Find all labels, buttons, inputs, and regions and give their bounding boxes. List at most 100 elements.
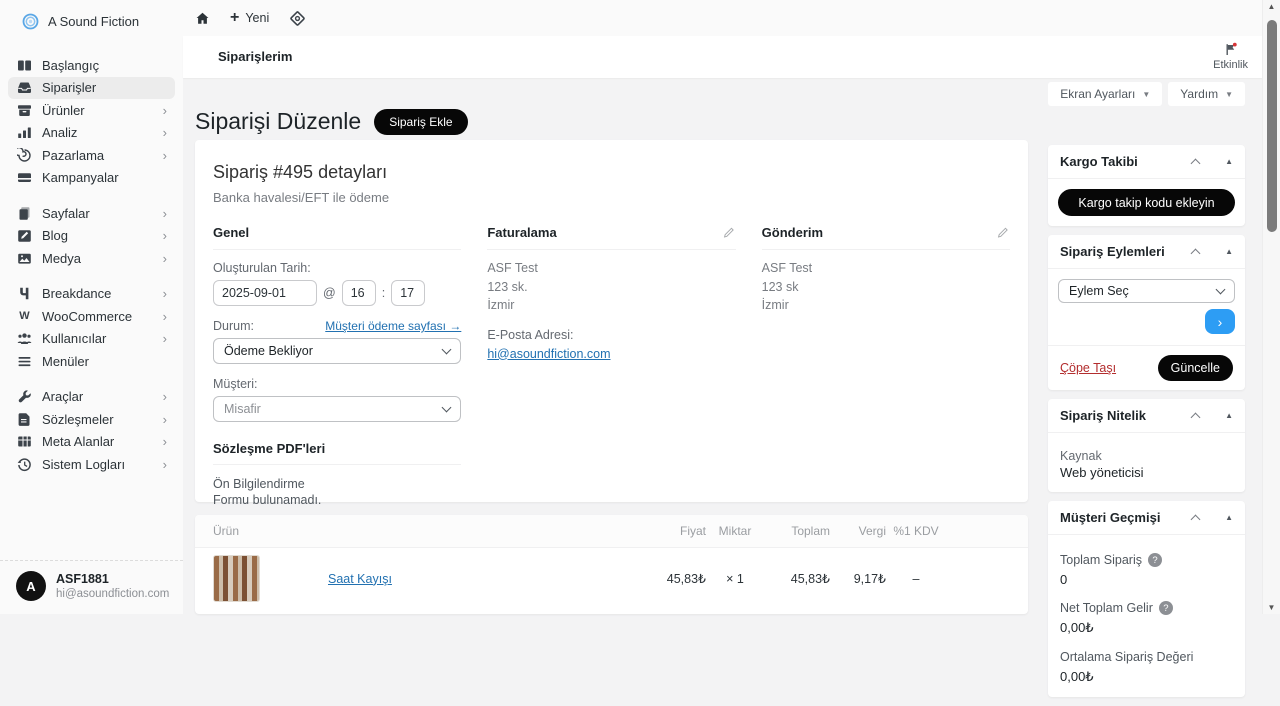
bar-chart-icon	[16, 125, 33, 140]
scroll-up-arrow-icon[interactable]: ▲	[1263, 2, 1280, 11]
customer-select[interactable]: Misafir	[213, 396, 461, 422]
customer-payment-page-link[interactable]: Müşteri ödeme sayfası →	[325, 319, 461, 333]
right-sidebar: Kargo Takibi ▲ Kargo takip kodu ekleyin …	[1048, 145, 1245, 706]
sidebar-user[interactable]: A ASF1881 hi@asoundfiction.com	[0, 560, 183, 614]
action-select[interactable]: Eylem Seç	[1058, 279, 1235, 303]
order-details-card: Sipariş #495 detayları Banka havalesi/EF…	[195, 140, 1028, 502]
site-logo[interactable]: A Sound Fiction	[0, 0, 183, 30]
help-button[interactable]: Yardım ▼	[1168, 82, 1245, 106]
date-input[interactable]	[213, 280, 317, 306]
total-orders-value: 0	[1060, 572, 1233, 587]
woocommerce-icon: W	[16, 310, 33, 322]
status-select[interactable]: Ödeme Bekliyor	[213, 338, 461, 364]
inbox-icon	[16, 80, 33, 95]
megaphone-spiral-icon	[16, 148, 33, 163]
menu-lines-icon	[16, 354, 33, 369]
sidebar-item-breakdance[interactable]: Breakdance ›	[8, 283, 175, 306]
col-product: Ürün	[213, 524, 644, 538]
sidebar-item-woocommerce[interactable]: W WooCommerce ›	[8, 305, 175, 328]
col-kdv: %1 KDV	[886, 524, 946, 538]
col-qty: Miktar	[706, 524, 764, 538]
activity-button[interactable]: Etkinlik	[1213, 42, 1248, 71]
help-icon[interactable]: ?	[1159, 601, 1173, 615]
billing-email-link[interactable]: hi@asoundfiction.com	[487, 347, 610, 361]
update-button[interactable]: Güncelle	[1158, 355, 1233, 381]
edit-billing-pencil-icon[interactable]	[723, 226, 736, 239]
order-actions-panel: Sipariş Eylemleri ▲ Eylem Seç › Çöpe Taş…	[1048, 235, 1245, 390]
scrollbar-thumb[interactable]	[1267, 20, 1277, 232]
sidebar-item-kampanyalar[interactable]: Kampanyalar	[8, 167, 175, 190]
net-revenue-label: Net Toplam Gelir	[1060, 601, 1153, 615]
panel-order-toggle-icon[interactable]: ▲	[1225, 411, 1233, 420]
panel-order-toggle-icon[interactable]: ▲	[1225, 157, 1233, 166]
chevron-right-icon: ›	[163, 229, 167, 242]
logo-rings-icon	[22, 13, 39, 30]
apply-action-button[interactable]: ›	[1205, 309, 1235, 334]
order-attribution-panel: Sipariş Nitelik ▲ Kaynak Web yöneticisi	[1048, 399, 1245, 492]
card-icon	[16, 170, 33, 185]
home-button[interactable]	[195, 11, 210, 26]
chevron-right-icon: ›	[163, 104, 167, 117]
users-icon	[16, 331, 33, 346]
sidebar-item-urunler[interactable]: Ürünler ›	[8, 99, 175, 122]
product-thumbnail	[213, 555, 260, 602]
sidebar-item-medya[interactable]: Medya ›	[8, 247, 175, 270]
chevron-right-icon: ›	[163, 207, 167, 220]
minute-input[interactable]	[391, 280, 425, 306]
edit-shipping-pencil-icon[interactable]	[997, 226, 1010, 239]
sidebar-item-siparisler[interactable]: Siparişler	[8, 77, 175, 100]
order-payment-method: Banka havalesi/EFT ile ödeme	[213, 190, 1010, 205]
panel-order-toggle-icon[interactable]: ▲	[1225, 247, 1233, 256]
vertical-scrollbar[interactable]: ▲ ▼	[1262, 0, 1280, 614]
collapse-chevron-icon[interactable]	[1191, 159, 1201, 169]
panel-order-toggle-icon[interactable]: ▲	[1225, 513, 1233, 522]
collapse-chevron-icon[interactable]	[1191, 515, 1201, 525]
new-button[interactable]: + Yeni	[230, 10, 269, 26]
chevron-right-icon: ›	[163, 458, 167, 471]
sidebar-item-meta-alanlar[interactable]: Meta Alanlar ›	[8, 431, 175, 454]
items-table-header: Ürün Fiyat Miktar Toplam Vergi %1 KDV	[195, 515, 1028, 548]
order-items-card: Ürün Fiyat Miktar Toplam Vergi %1 KDV Sa…	[195, 515, 1028, 614]
tab-siparislerim[interactable]: Siparişlerim	[218, 49, 292, 64]
page-heading-row: Siparişi Düzenle Sipariş Ekle	[195, 108, 468, 135]
sidebar-item-pazarlama[interactable]: Pazarlama ›	[8, 144, 175, 167]
date-created-label: Oluşturulan Tarih:	[213, 261, 461, 275]
sidebar-item-blog[interactable]: Blog ›	[8, 225, 175, 248]
chevron-right-icon: ›	[163, 435, 167, 448]
help-icon[interactable]: ?	[1148, 553, 1162, 567]
total-orders-label: Toplam Sipariş	[1060, 553, 1142, 567]
collapse-chevron-icon[interactable]	[1191, 413, 1201, 423]
billing-email-label: E-Posta Adresi:	[487, 328, 735, 342]
sidebar-item-araclar[interactable]: Araçlar ›	[8, 386, 175, 409]
add-order-button[interactable]: Sipariş Ekle	[374, 109, 467, 135]
product-link[interactable]: Saat Kayışı	[328, 572, 392, 586]
plus-icon: +	[230, 10, 239, 26]
pages-icon	[16, 206, 33, 221]
add-tracking-code-button[interactable]: Kargo takip kodu ekleyin	[1058, 189, 1235, 216]
avg-order-label: Ortalama Sipariş Değeri	[1060, 650, 1193, 664]
sidebar-item-kullanicilar[interactable]: Kullanıcılar ›	[8, 328, 175, 351]
avg-order-value: 0,00₺	[1060, 669, 1233, 685]
activity-label: Etkinlik	[1213, 59, 1248, 71]
sidebar-item-sozlesmeler[interactable]: Sözleşmeler ›	[8, 408, 175, 431]
chevron-right-icon: ›	[163, 390, 167, 403]
sidebar-item-analiz[interactable]: Analiz ›	[8, 122, 175, 145]
home-icon	[195, 11, 210, 26]
collapse-chevron-icon[interactable]	[1191, 249, 1201, 259]
shipping-address: ASF Test 123 sk İzmir	[762, 260, 1010, 315]
move-to-trash-link[interactable]: Çöpe Taşı	[1060, 361, 1116, 375]
sidebar-item-sayfalar[interactable]: Sayfalar ›	[8, 202, 175, 225]
shipping-tracking-panel: Kargo Takibi ▲ Kargo takip kodu ekleyin	[1048, 145, 1245, 226]
customer-history-panel: Müşteri Geçmişi ▲ Toplam Sipariş ? 0 Net…	[1048, 501, 1245, 697]
screen-options-button[interactable]: Ekran Ayarları ▼	[1048, 82, 1162, 106]
site-name: A Sound Fiction	[48, 14, 139, 29]
scroll-down-arrow-icon[interactable]: ▼	[1263, 603, 1280, 612]
user-email: hi@asoundfiction.com	[56, 588, 169, 600]
at-symbol: @	[323, 286, 336, 300]
breakdance-admin-button[interactable]	[289, 10, 306, 27]
sidebar-item-menuler[interactable]: Menüler	[8, 350, 175, 373]
sidebar-item-sistem-loglari[interactable]: Sistem Logları ›	[8, 453, 175, 476]
hour-input[interactable]	[342, 280, 376, 306]
net-revenue-value: 0,00₺	[1060, 620, 1233, 636]
sidebar-item-baslangic[interactable]: Başlangıç	[8, 54, 175, 77]
